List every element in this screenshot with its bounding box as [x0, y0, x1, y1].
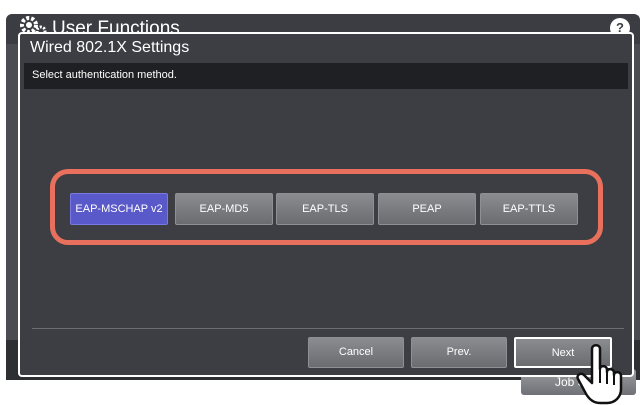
option-eap-ttls-button[interactable]: EAP-TTLS: [480, 193, 578, 225]
option-eap-tls-button[interactable]: EAP-TLS: [276, 193, 374, 225]
footer-divider: [32, 328, 624, 329]
dialog-title: Wired 802.1X Settings: [30, 39, 190, 56]
wired-8021x-dialog: Wired 802.1X Settings Select authenticat…: [18, 32, 634, 377]
instruction-text: Select authentication method.: [32, 69, 177, 81]
pointing-hand-icon: [576, 344, 623, 405]
instruction-bar: Select authentication method.: [24, 63, 628, 89]
prev-button[interactable]: Prev.: [411, 337, 507, 368]
option-eap-md5-button[interactable]: EAP-MD5: [175, 193, 273, 225]
option-eap-mschap-v2-button[interactable]: EAP-MSCHAP v2: [70, 193, 168, 225]
option-peap-button[interactable]: PEAP: [378, 193, 476, 225]
cancel-button[interactable]: Cancel: [308, 337, 404, 368]
